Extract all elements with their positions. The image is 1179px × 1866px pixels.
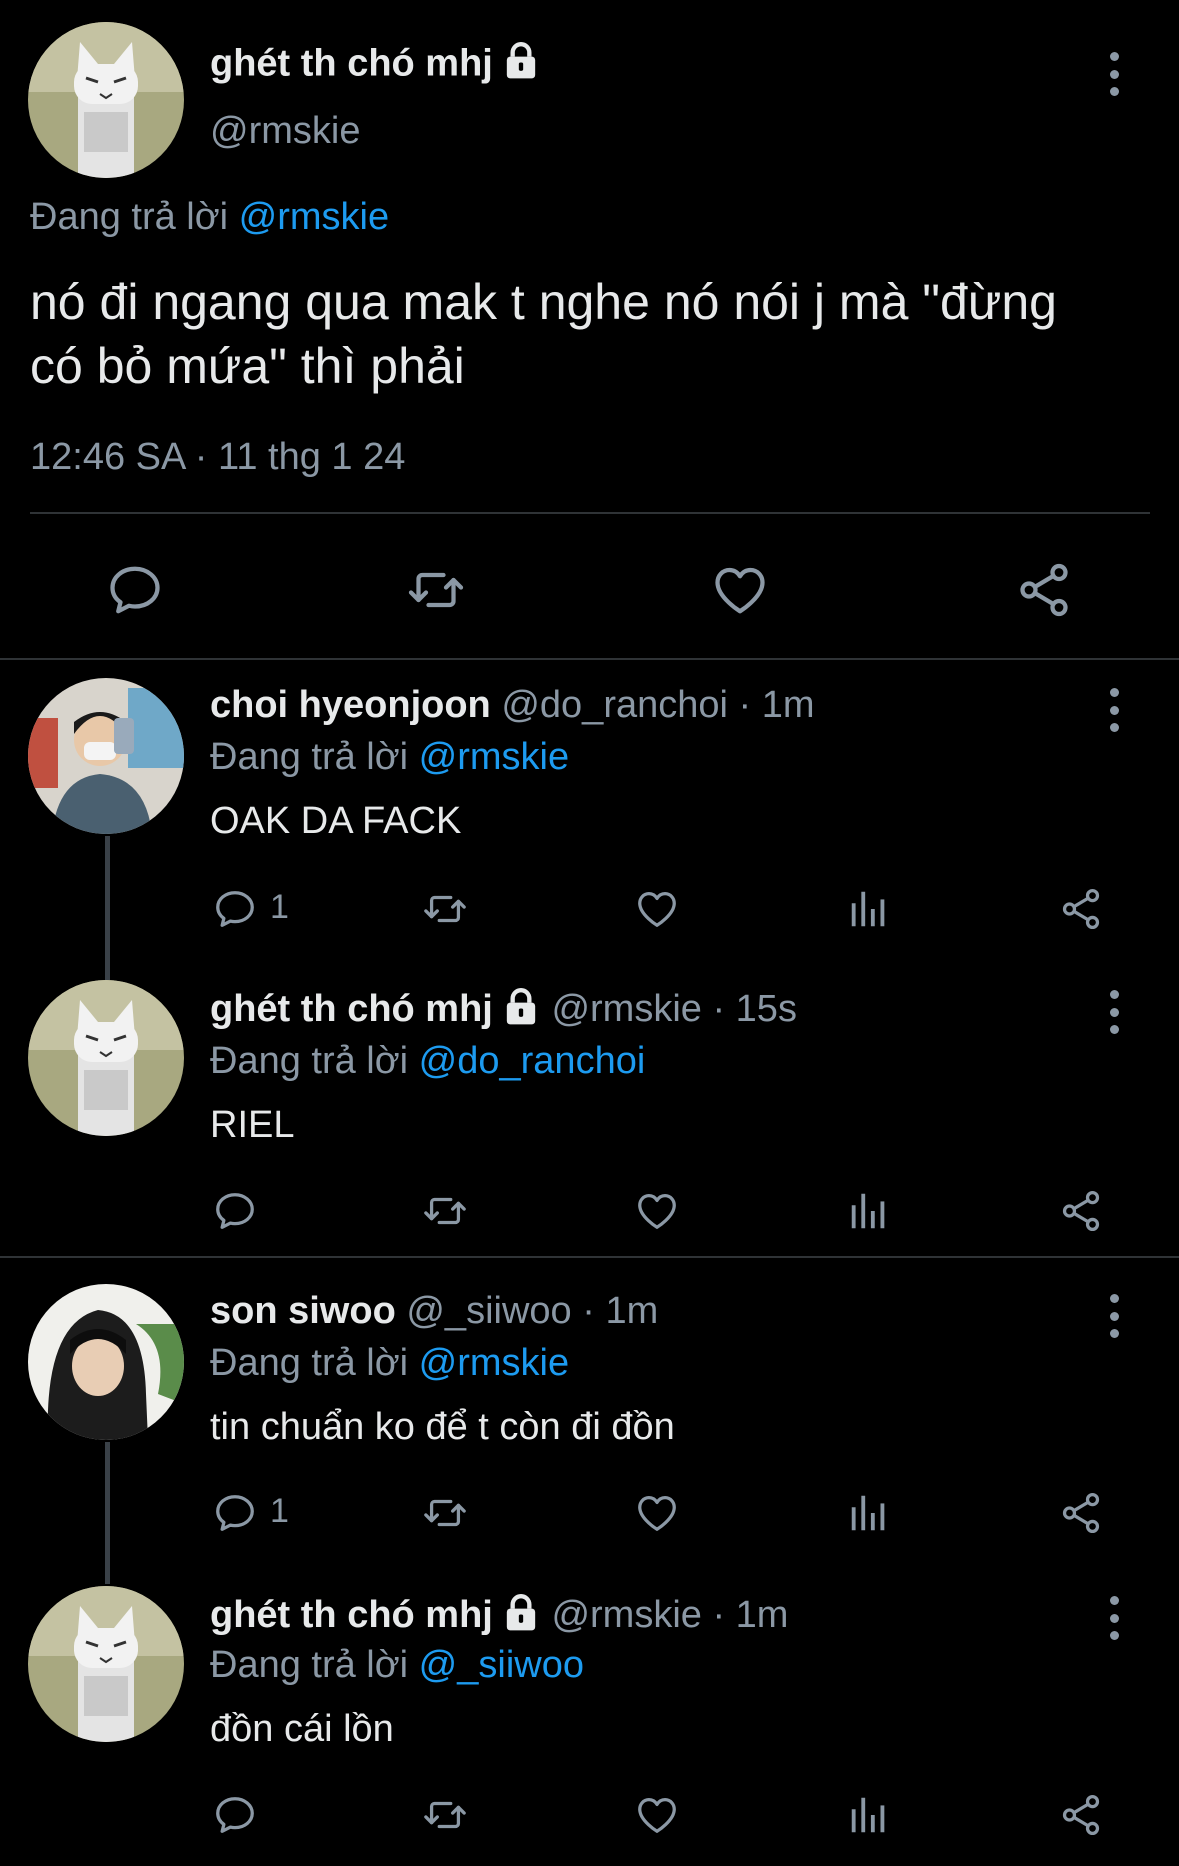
lock-icon: [501, 40, 541, 91]
replying-label: Đang trả lời: [210, 1040, 409, 1082]
reply-time: · 15s: [701, 988, 797, 1031]
display-name[interactable]: ghét th chó mhj: [210, 1594, 493, 1636]
retweet-icon[interactable]: [406, 560, 466, 620]
display-name[interactable]: son siwoo: [210, 1290, 396, 1332]
retweet-icon[interactable]: [422, 1188, 468, 1234]
like-icon[interactable]: [634, 886, 680, 932]
author-handle[interactable]: @do_ranchoi: [501, 684, 728, 726]
reply-header: son siwoo @_siiwoo · 1m: [210, 1290, 658, 1333]
views-icon[interactable]: [846, 1188, 892, 1234]
replying-to-link[interactable]: @rmskie: [419, 1342, 569, 1384]
reply-icon[interactable]: [212, 1490, 258, 1536]
like-icon[interactable]: [634, 1188, 680, 1234]
replying-to: Đang trả lời @rmskie: [210, 736, 569, 779]
author-handle[interactable]: @_siiwoo: [406, 1290, 571, 1332]
reply-text: RIEL: [210, 1104, 295, 1146]
reply-count: 1: [270, 1492, 289, 1530]
reply-header: ghét th chó mhj @rmskie · 15s: [210, 986, 797, 1036]
reply-time: · 1m: [701, 1594, 789, 1637]
replying-to: Đang trả lời @do_ranchoi: [210, 1040, 645, 1083]
reply-header: choi hyeonjoon @do_ranchoi · 1m: [210, 684, 815, 727]
share-icon[interactable]: [1058, 1188, 1104, 1234]
author-handle[interactable]: @rmskie: [551, 988, 701, 1030]
author-handle[interactable]: @rmskie: [210, 110, 360, 153]
retweet-icon[interactable]: [422, 1792, 468, 1838]
share-icon[interactable]: [1058, 1792, 1104, 1838]
like-icon[interactable]: [710, 560, 770, 620]
replying-to: Đang trả lời @rmskie: [210, 1342, 569, 1385]
more-icon[interactable]: [1104, 984, 1124, 1040]
tweet-text: nó đi ngang qua mak t nghe nó nói j mà "…: [30, 270, 1160, 398]
display-name: ghét th chó mhj: [210, 42, 493, 85]
avatar[interactable]: [28, 980, 184, 1136]
more-icon[interactable]: [1104, 1288, 1124, 1344]
more-icon[interactable]: [1104, 682, 1124, 738]
views-icon[interactable]: [846, 886, 892, 932]
like-icon[interactable]: [634, 1792, 680, 1838]
lock-icon: [501, 1592, 541, 1642]
display-name[interactable]: ghét th chó mhj: [210, 988, 493, 1030]
reply-text: đồn cái lồn: [210, 1708, 394, 1750]
replying-to-link[interactable]: @rmskie: [419, 736, 569, 778]
display-name[interactable]: choi hyeonjoon: [210, 684, 491, 726]
author-handle[interactable]: @rmskie: [551, 1594, 701, 1636]
thread-line: [105, 1442, 110, 1584]
replying-to-link[interactable]: @do_ranchoi: [419, 1040, 646, 1082]
divider: [0, 658, 1179, 660]
replying-to: Đang trả lời @_siiwoo: [210, 1644, 584, 1687]
reply-count: 1: [270, 888, 289, 926]
replying-label: Đang trả lời: [30, 196, 229, 238]
like-icon[interactable]: [634, 1490, 680, 1536]
reply-text: OAK DA FACK: [210, 800, 462, 842]
author-name[interactable]: ghét th chó mhj: [210, 40, 541, 91]
retweet-icon[interactable]: [422, 1490, 468, 1536]
replying-label: Đang trả lời: [210, 1644, 409, 1686]
share-icon[interactable]: [1058, 1490, 1104, 1536]
avatar[interactable]: [28, 1586, 184, 1742]
reply-time: · 1m: [571, 1290, 659, 1332]
share-icon[interactable]: [1058, 886, 1104, 932]
reply-icon[interactable]: [212, 1792, 258, 1838]
more-icon[interactable]: [1104, 46, 1124, 102]
reply-header: ghét th chó mhj @rmskie · 1m: [210, 1592, 788, 1642]
reply-time: · 1m: [727, 684, 815, 726]
divider: [30, 512, 1150, 514]
reply-icon[interactable]: [105, 560, 165, 620]
reply-text: tin chuẩn ko để t còn đi đồn: [210, 1406, 675, 1448]
tweet-text-line: nó đi ngang qua mak t nghe nó nói j mà "…: [30, 274, 1057, 330]
views-icon[interactable]: [846, 1792, 892, 1838]
replying-label: Đang trả lời: [210, 736, 409, 778]
views-icon[interactable]: [846, 1490, 892, 1536]
divider: [0, 1256, 1179, 1258]
lock-icon: [501, 986, 541, 1036]
more-icon[interactable]: [1104, 1590, 1124, 1646]
reply-icon[interactable]: [212, 886, 258, 932]
retweet-icon[interactable]: [422, 886, 468, 932]
avatar[interactable]: [28, 22, 184, 178]
replying-to: Đang trả lời @rmskie: [30, 196, 389, 239]
tweet-text-line: có bỏ mứa" thì phải: [30, 338, 465, 394]
thread-line: [105, 836, 110, 980]
replying-label: Đang trả lời: [210, 1342, 409, 1384]
share-icon[interactable]: [1014, 560, 1074, 620]
replying-to-link[interactable]: @rmskie: [239, 196, 389, 238]
replying-to-link[interactable]: @_siiwoo: [419, 1644, 584, 1686]
tweet-timestamp[interactable]: 12:46 SA · 11 thg 1 24: [30, 436, 405, 479]
avatar[interactable]: [28, 678, 184, 834]
reply-icon[interactable]: [212, 1188, 258, 1234]
avatar[interactable]: [28, 1284, 184, 1440]
